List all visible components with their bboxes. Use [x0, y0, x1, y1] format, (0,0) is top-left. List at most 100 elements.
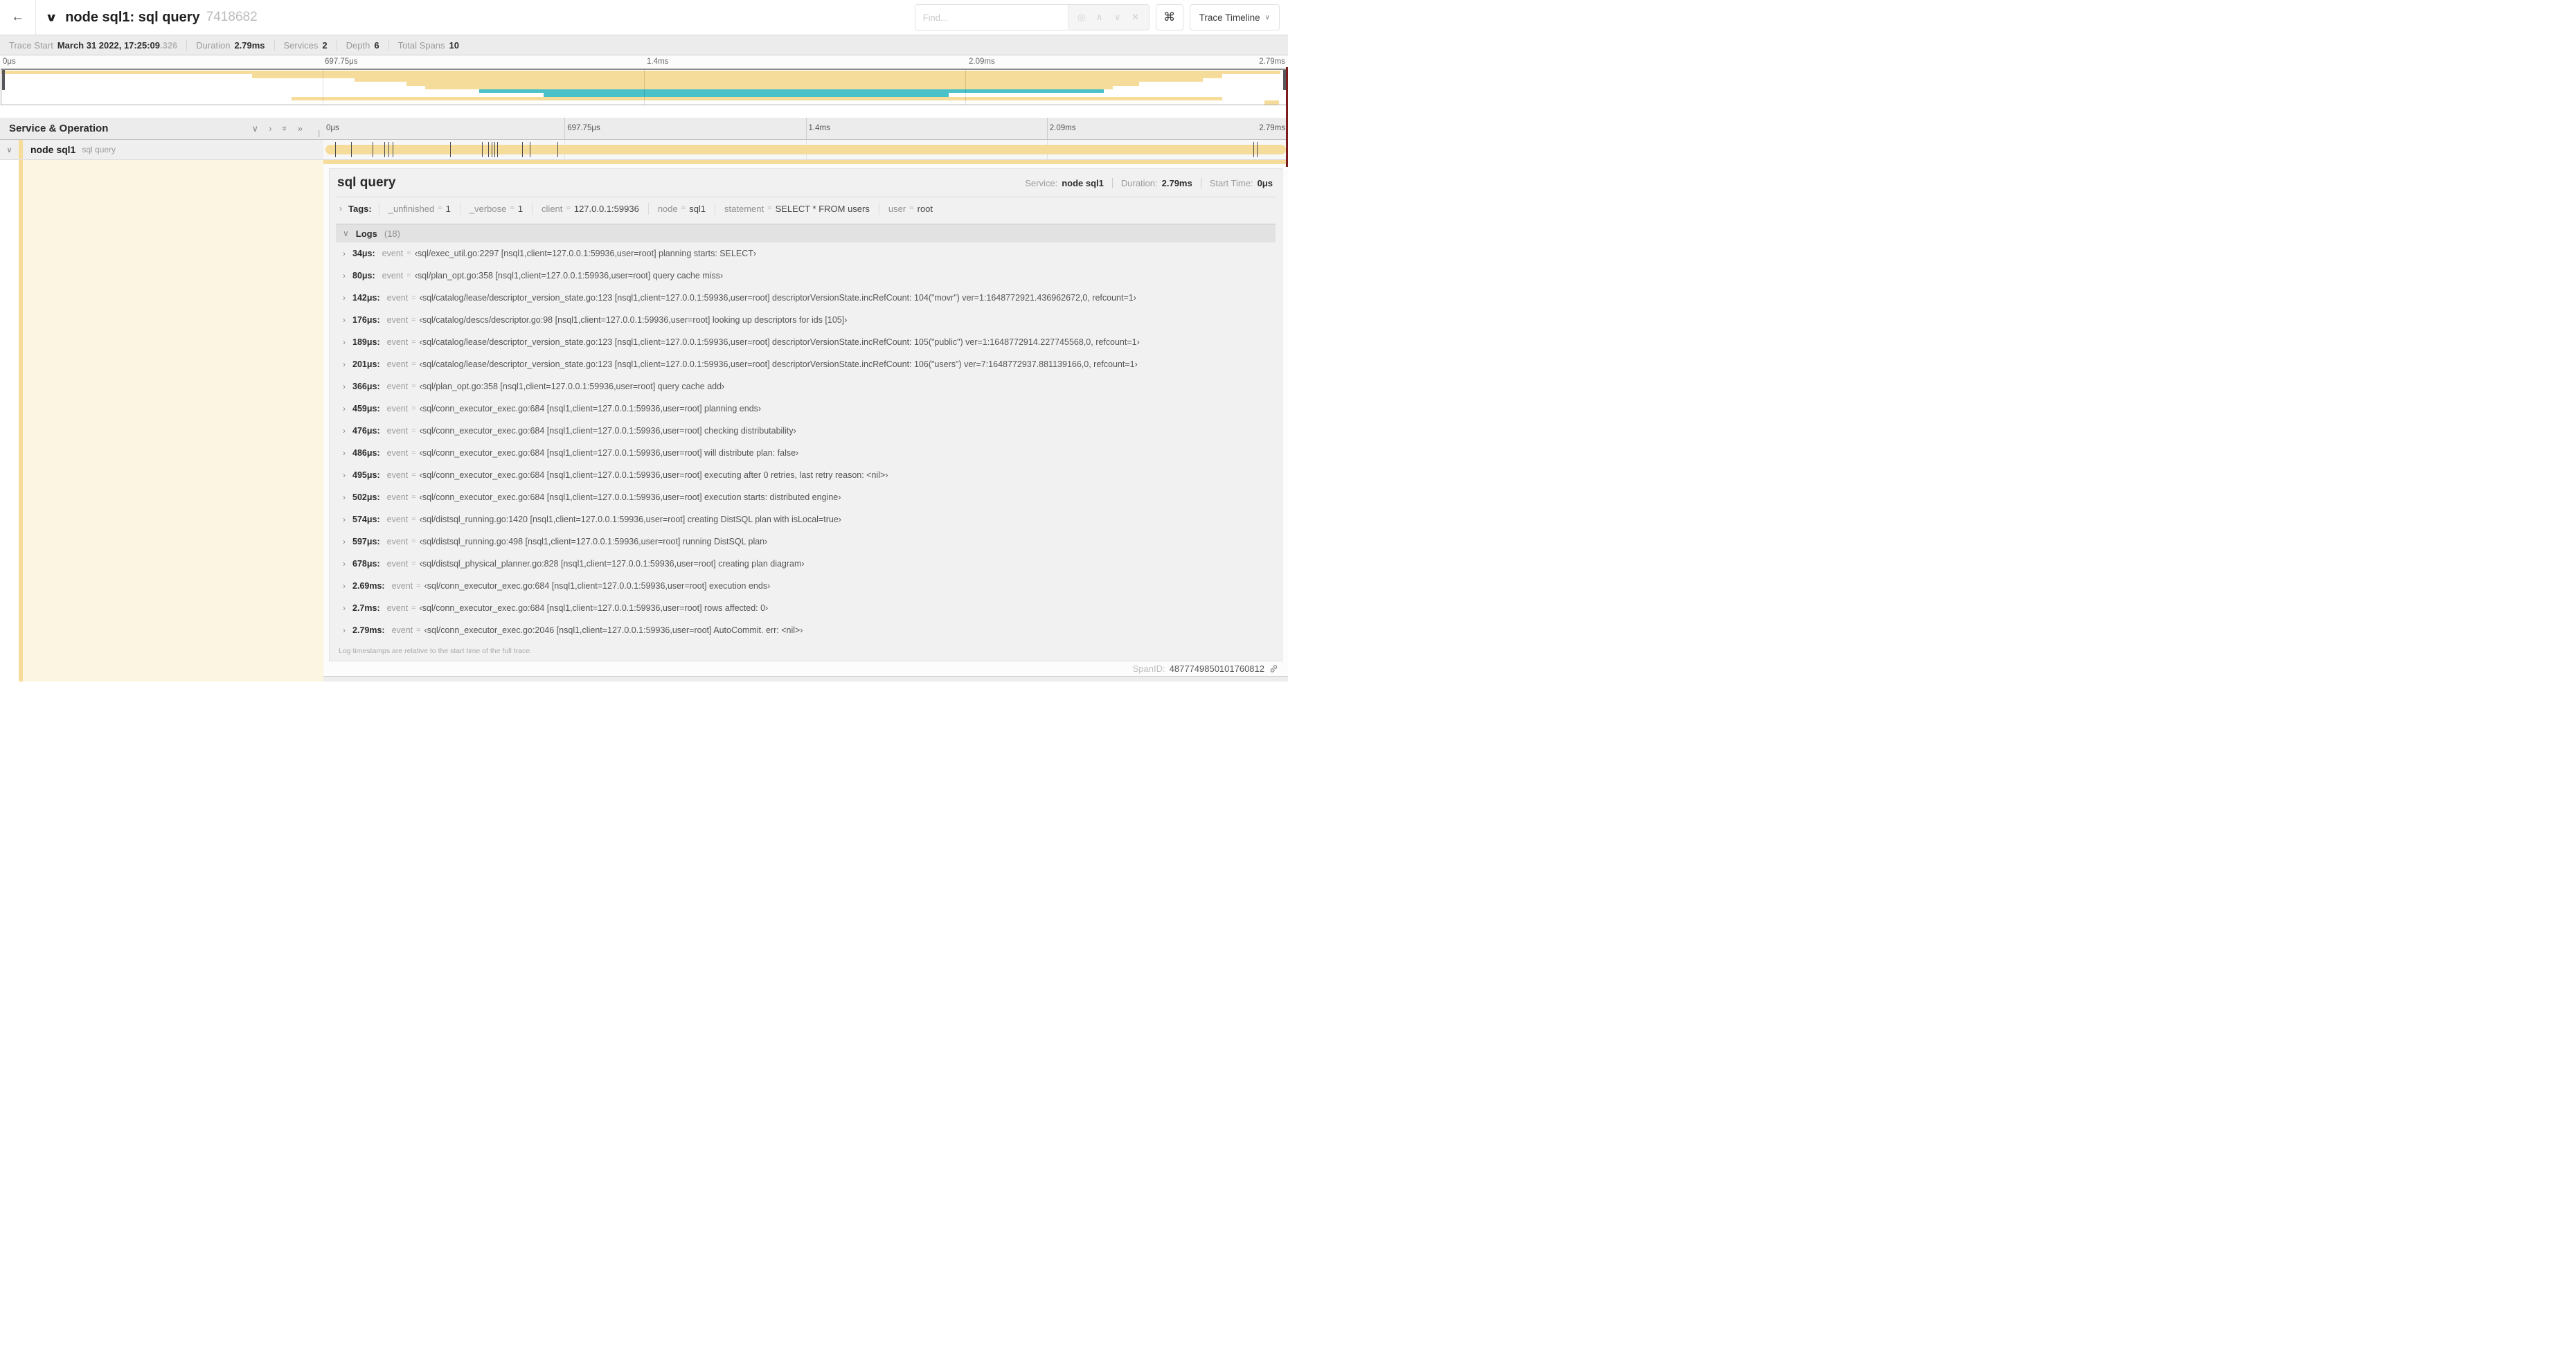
tag-item[interactable]: _unfinished = 1: [378, 202, 460, 215]
chevron-right-icon: ›: [343, 537, 346, 546]
log-field-value: ‹sql/distsql_physical_planner.go:828 [ns…: [419, 559, 805, 569]
service-operation-title: Service & Operation: [9, 123, 109, 134]
equals-sign: =: [411, 515, 416, 524]
log-entry[interactable]: › 142μs: event = ‹sql/catalog/lease/descript…: [336, 287, 1276, 309]
tick-label: 2.09ms: [1049, 124, 1076, 132]
log-field-name: event: [386, 359, 409, 369]
log-marker-tick: [494, 142, 496, 157]
log-marker-tick: [521, 142, 523, 157]
log-entry[interactable]: › 366μs: event = ‹sql/plan_opt.go:358 [nsql1…: [336, 375, 1276, 398]
log-timestamp: 189μs:: [352, 337, 380, 347]
equals-sign: =: [767, 204, 772, 213]
equals-sign: =: [411, 493, 416, 501]
keyboard-shortcuts-button[interactable]: ⌘: [1155, 4, 1183, 30]
log-entry[interactable]: › 189μs: event = ‹sql/catalog/lease/descript…: [336, 331, 1276, 353]
tick-label: 0μs: [326, 124, 339, 132]
tag-item[interactable]: client = 127.0.0.1:59936: [532, 202, 648, 215]
clear-search-icon[interactable]: ✕: [1127, 11, 1145, 24]
tags-section[interactable]: › Tags: _unfinished = 1 _verbose = 1 client = 12…: [336, 199, 1276, 218]
prev-match-icon[interactable]: ∧: [1091, 11, 1109, 24]
tag-key: _unfinished: [388, 203, 435, 214]
minimap-tick-labels: 0μs 697.75μs 1.4ms 2.09ms 2.79ms: [0, 55, 1288, 69]
log-entry[interactable]: › 678μs: event = ‹sql/distsql_physical_plann…: [336, 553, 1276, 575]
tag-key: statement: [724, 203, 764, 214]
span-id-value: 4877749850101760812: [1169, 663, 1264, 674]
tag-item[interactable]: statement = SELECT * FROM users: [715, 202, 879, 215]
minimap-canvas[interactable]: [1, 69, 1287, 105]
log-entry[interactable]: › 459μs: event = ‹sql/conn_executor_exec.go:…: [336, 398, 1276, 420]
meta-value: March 31 2022, 17:25:09: [57, 39, 160, 51]
log-entry[interactable]: › 502μs: event = ‹sql/conn_executor_exec.go:…: [336, 486, 1276, 508]
tag-item[interactable]: node = sql1: [647, 202, 715, 215]
equals-sign: =: [411, 360, 416, 368]
collapse-trace-chevron-icon[interactable]: ∨: [45, 10, 57, 24]
meta-label: Total Spans: [397, 39, 445, 51]
log-field-value: ‹sql/conn_executor_exec.go:684 [nsql1,cl…: [419, 426, 796, 436]
back-arrow-icon: ←: [11, 10, 24, 24]
log-timestamp: 2.79ms:: [352, 625, 385, 635]
log-entry[interactable]: › 176μs: event = ‹sql/catalog/descs/descript…: [336, 309, 1276, 331]
span-row-track[interactable]: [323, 140, 1288, 160]
log-entry[interactable]: › 2.79ms: event = ‹sql/conn_executor_exec.go…: [336, 619, 1276, 641]
tag-value: SELECT * FROM users: [775, 203, 870, 214]
column-resize-grip[interactable]: ∥: [317, 130, 321, 138]
span-duration-bar[interactable]: [325, 145, 1286, 154]
find-tools: ◎ ∧ ∨ ✕: [1067, 5, 1149, 30]
next-match-icon[interactable]: ∨: [1109, 11, 1127, 24]
command-icon: ⌘: [1163, 10, 1176, 24]
collapse-all-icon[interactable]: »: [280, 126, 290, 131]
equals-sign: =: [406, 249, 411, 258]
meta-value: 2.79ms: [234, 39, 265, 51]
log-entry[interactable]: › 201μs: event = ‹sql/catalog/lease/descript…: [336, 353, 1276, 375]
find-group: ◎ ∧ ∨ ✕: [914, 4, 1150, 30]
tag-key: node: [657, 203, 678, 214]
log-entry[interactable]: › 80μs: event = ‹sql/plan_opt.go:358 [nsql1,…: [336, 265, 1276, 287]
minimap-left-scrubber[interactable]: [2, 70, 5, 90]
log-field-value: ‹sql/catalog/lease/descriptor_version_st…: [419, 337, 1140, 347]
equals-sign: =: [411, 560, 416, 568]
trace-view-selector[interactable]: Trace Timeline ∨: [1189, 4, 1280, 30]
log-marker-tick: [1257, 142, 1258, 157]
top-bar: ← ∨ node sql1: sql query 7418682 ◎ ∧ ∨ ✕…: [0, 0, 1288, 35]
log-timestamp: 176μs:: [352, 315, 380, 325]
meta-value: 10: [449, 39, 459, 51]
meta-label: Trace Start: [9, 39, 53, 51]
chevron-right-icon: ›: [343, 515, 346, 524]
log-entry[interactable]: › 597μs: event = ‹sql/distsql_running.go:498…: [336, 531, 1276, 553]
log-entry[interactable]: › 2.69ms: event = ‹sql/conn_executor_exec.go…: [336, 575, 1276, 597]
span-row: ∨ node sql1 sql query: [0, 140, 1288, 160]
meta-value: 2: [322, 39, 328, 51]
trace-meta-item: Total Spans 10: [389, 40, 468, 51]
log-entry[interactable]: › 486μs: event = ‹sql/conn_executor_exec.go:…: [336, 442, 1276, 464]
collapse-one-icon[interactable]: ∨: [252, 123, 259, 134]
tag-item[interactable]: _verbose = 1: [459, 202, 532, 215]
expand-all-icon[interactable]: »: [298, 123, 303, 134]
service-color-strip: [19, 160, 23, 682]
log-entry[interactable]: › 2.7ms: event = ‹sql/conn_executor_exec.go:…: [336, 597, 1276, 619]
trace-meta-item: Depth 6: [337, 39, 389, 51]
logs-header[interactable]: ∨ Logs (18): [336, 224, 1276, 242]
trace-meta-item: Duration 2.79ms: [187, 39, 275, 51]
tag-value: 127.0.0.1:59936: [573, 203, 639, 214]
meta-label: Depth: [346, 39, 370, 51]
span-row-name-cell[interactable]: ∨ node sql1 sql query: [0, 140, 323, 160]
log-entry[interactable]: › 34μs: event = ‹sql/exec_util.go:2297 [nsql…: [336, 242, 1276, 265]
expand-one-icon[interactable]: ›: [269, 123, 271, 134]
log-entry[interactable]: › 495μs: event = ‹sql/conn_executor_exec.go:…: [336, 464, 1276, 486]
deep-link-icon[interactable]: [1269, 663, 1279, 674]
view-selector-label: Trace Timeline: [1199, 12, 1260, 23]
tag-item[interactable]: user = root: [878, 202, 942, 215]
log-timestamp: 486μs:: [352, 448, 380, 458]
log-entry[interactable]: › 574μs: event = ‹sql/distsql_running.go:142…: [336, 508, 1276, 531]
log-entry[interactable]: › 476μs: event = ‹sql/conn_executor_exec.go:…: [336, 420, 1276, 442]
tag-key: client: [542, 203, 563, 214]
equals-sign: =: [411, 427, 416, 435]
collapse-children-chevron-icon[interactable]: ∨: [0, 145, 19, 154]
find-input[interactable]: [915, 5, 1068, 30]
equals-sign: =: [438, 204, 442, 213]
tick-label: 2.09ms: [969, 57, 995, 66]
equals-sign: =: [411, 537, 416, 546]
focus-match-icon[interactable]: ◎: [1073, 11, 1091, 24]
back-button[interactable]: ←: [0, 0, 36, 35]
meta-label: Duration: [196, 39, 231, 51]
